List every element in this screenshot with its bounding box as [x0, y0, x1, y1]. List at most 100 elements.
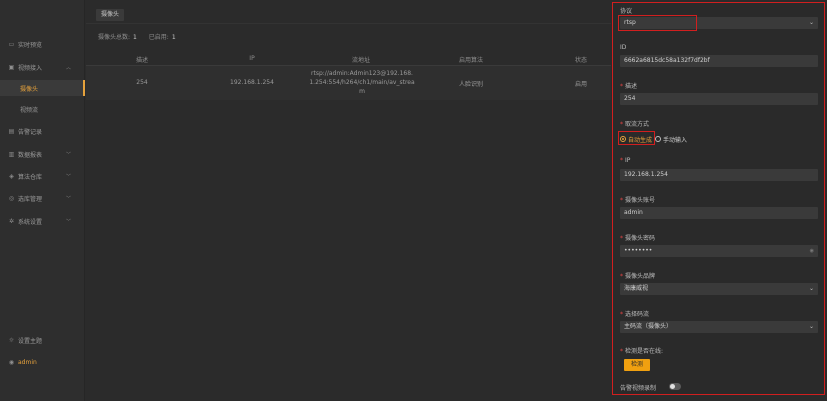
column-header-algorithm: 启用算法: [458, 57, 483, 64]
monitor-icon: ▭: [8, 40, 15, 48]
record-toggle[interactable]: [669, 383, 681, 390]
stream-url-line: m: [359, 88, 365, 95]
camera-stats: 摄像头总数: 1 已启用: 1: [98, 32, 186, 41]
sidebar-item-label: 视频接入: [18, 64, 43, 72]
sidebar-item-live-preview[interactable]: ▭ 实时预览: [0, 36, 85, 52]
id-field[interactable]: 6662a6815dc58a132f7df2bf: [620, 55, 818, 67]
stream-mode-label: * 取流方式: [620, 119, 649, 128]
chevron-down-icon: ⌄: [808, 19, 814, 26]
required-mark: *: [620, 311, 623, 318]
tab-camera[interactable]: 摄像头: [96, 9, 125, 21]
chart-icon: ▥: [8, 150, 15, 158]
gear-icon: ✲: [8, 217, 15, 225]
cell-algorithm: 人脸识别: [458, 81, 483, 88]
total-value: 1: [133, 34, 137, 41]
online-check-label: * 检测是否在线:: [620, 346, 663, 355]
sidebar-item-algorithm-store[interactable]: ◈ 算法仓库 ﹀: [0, 168, 85, 184]
online-check-label-text: 检测是否在线:: [625, 348, 664, 355]
table-row[interactable]: 254 192.168.1.254 rtsp://admin:Admin123@…: [86, 66, 611, 100]
stream-select-value: 主码流（摄像头）: [624, 323, 673, 330]
description-label-text: 描述: [625, 83, 638, 90]
sidebar-item-label: 摄像头: [20, 85, 39, 93]
sidebar-item-label: 选库管理: [18, 195, 43, 203]
description-field[interactable]: 254: [620, 93, 818, 105]
ip-field[interactable]: 192.168.1.254: [620, 169, 818, 181]
column-header-ip: IP: [249, 55, 255, 62]
cell-description: 254: [136, 79, 148, 86]
detect-button[interactable]: 检测: [624, 359, 650, 371]
protocol-label-text: 协议: [620, 8, 633, 15]
sidebar-item-theme[interactable]: ☼ 设置主题: [0, 332, 85, 348]
tab-bar: 摄像头: [86, 0, 611, 24]
video-icon: ▣: [8, 63, 15, 71]
password-label-text: 摄像头密码: [625, 235, 656, 242]
stream-url-line: rtsp://admin:Admin123@192.168.: [311, 70, 413, 77]
brand-select[interactable]: 海康威视 ⌄: [620, 283, 818, 295]
sidebar-item-camera[interactable]: 摄像头: [0, 80, 85, 96]
password-value: ••••••••: [624, 247, 653, 254]
sidebar-item-video-access[interactable]: ▣ 视频接入 ︿: [0, 59, 85, 75]
required-mark: *: [620, 121, 623, 128]
brand-label: * 摄像头品牌: [620, 271, 655, 280]
required-mark: *: [620, 83, 623, 90]
column-header-description: 描述: [135, 57, 148, 64]
required-mark: *: [620, 273, 623, 280]
cell-ip: 192.168.1.254: [230, 79, 274, 86]
sidebar-item-label: 视频流: [20, 106, 39, 114]
brand-label-text: 摄像头品牌: [625, 273, 656, 280]
description-label: * 描述: [620, 81, 637, 90]
eye-icon[interactable]: ◉: [810, 245, 814, 257]
cell-stream-url: rtsp://admin:Admin123@192.168. 1.254:554…: [306, 69, 418, 96]
cell-status: 启用: [574, 81, 587, 88]
required-mark: *: [620, 157, 623, 164]
sidebar-item-label: 系统设置: [18, 218, 43, 226]
sidebar-item-label: 告警记录: [18, 128, 43, 136]
chevron-down-icon: ⌄: [808, 285, 814, 292]
camera-table: 描述 IP 流地址 启用算法 状态 254 192.168.1.254 rtsp…: [86, 52, 611, 100]
account-label: * 摄像头账号: [620, 195, 655, 204]
account-field[interactable]: admin: [620, 207, 818, 219]
password-label: * 摄像头密码: [620, 233, 655, 242]
cube-icon: ◈: [9, 172, 14, 180]
chevron-down-icon: ﹀: [65, 173, 71, 180]
app-window: ▭ 实时预览 ▣ 视频接入 ︿ 摄像头 视频流 ▤ 告警记录 ▥ 数据报表 ﹀ …: [0, 0, 827, 401]
sidebar-item-data-report[interactable]: ▥ 数据报表 ﹀: [0, 146, 85, 162]
sidebar-item-alarm-records[interactable]: ▤ 告警记录: [0, 123, 85, 139]
sidebar-item-video-stream[interactable]: 视频流: [0, 101, 85, 117]
id-label: ID: [620, 44, 626, 51]
column-header-stream-url: 流地址: [351, 57, 370, 64]
sidebar-item-system-settings[interactable]: ✲ 系统设置 ﹀: [0, 213, 85, 229]
camera-edit-panel: 协议 rtsp ⌄ ID 6662a6815dc58a132f7df2bf * 描…: [612, 2, 825, 395]
account-label-text: 摄像头账号: [625, 197, 656, 204]
user-icon: ◉: [8, 358, 15, 366]
alarm-icon: ▤: [8, 127, 15, 135]
chevron-down-icon: ﹀: [65, 195, 71, 202]
sidebar-item-label: 实时预览: [18, 41, 43, 49]
chevron-down-icon: ﹀: [65, 218, 71, 225]
brand-value: 海康威视: [624, 285, 649, 292]
chevron-up-icon: ︿: [65, 64, 71, 71]
stream-select-label: * 选择码流: [620, 309, 649, 318]
username: admin: [18, 358, 37, 366]
column-header-status: 状态: [574, 57, 587, 64]
sidebar-theme-label: 设置主题: [18, 337, 43, 345]
total-label: 摄像头总数:: [98, 34, 131, 41]
database-icon: ◎: [8, 194, 15, 202]
ip-label: * IP: [620, 157, 630, 164]
radio-manual[interactable]: [655, 136, 662, 142]
radio-manual-label[interactable]: 手动输入: [663, 135, 687, 144]
sidebar-item-library-management[interactable]: ◎ 选库管理 ﹀: [0, 190, 85, 206]
ip-label-text: IP: [625, 157, 631, 164]
highlight-box-stream-mode: [618, 131, 655, 145]
chevron-down-icon: ﹀: [65, 151, 71, 158]
stream-select[interactable]: 主码流（摄像头） ⌄: [620, 321, 818, 333]
protocol-label: 协议: [620, 6, 632, 15]
sidebar-item-label: 数据报表: [18, 151, 43, 159]
sun-icon: ☼: [8, 336, 15, 344]
sidebar: ▭ 实时预览 ▣ 视频接入 ︿ 摄像头 视频流 ▤ 告警记录 ▥ 数据报表 ﹀ …: [0, 0, 85, 401]
sidebar-user[interactable]: ◉ admin: [0, 354, 85, 370]
password-field[interactable]: •••••••• ◉: [620, 245, 818, 257]
id-label-text: ID: [620, 44, 627, 51]
sidebar-item-label: 算法仓库: [18, 173, 43, 181]
chevron-down-icon: ⌄: [808, 323, 814, 330]
